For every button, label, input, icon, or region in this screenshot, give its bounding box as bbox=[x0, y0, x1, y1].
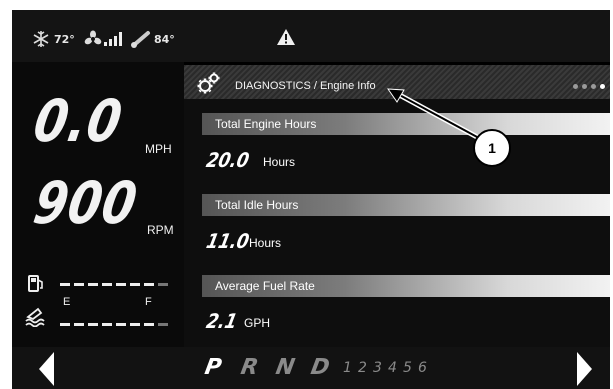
diagnostics-title: DIAGNOSTICS / Engine Info bbox=[235, 80, 376, 92]
signal-bars-icon bbox=[104, 32, 124, 46]
page-dot-4[interactable] bbox=[600, 84, 605, 89]
page-dot-2[interactable] bbox=[582, 84, 587, 89]
metric-fuel-rate-value: 2.1 bbox=[204, 309, 240, 333]
metric-engine-hours-value: 20.0 bbox=[204, 148, 252, 172]
metric-engine-hours-unit: Hours bbox=[263, 155, 296, 169]
temp-left: 72° bbox=[54, 32, 75, 46]
metric-idle-hours-label: Total Idle Hours bbox=[215, 198, 299, 212]
speed-unit: MPH bbox=[145, 142, 172, 156]
climate-status: 72° bbox=[32, 30, 75, 48]
page-dot-1[interactable] bbox=[573, 84, 578, 89]
gear-4: 4 bbox=[388, 360, 397, 376]
page-dot-3[interactable] bbox=[591, 84, 596, 89]
fuel-empty-label: E bbox=[63, 296, 71, 308]
fuel-level-bar bbox=[60, 283, 168, 286]
page-indicator[interactable] bbox=[573, 84, 605, 89]
rpm-value: 900 bbox=[28, 169, 143, 237]
gear-2: 2 bbox=[358, 360, 367, 376]
gear-5: 5 bbox=[403, 360, 412, 376]
previous-arrow-icon[interactable] bbox=[39, 352, 54, 386]
coolant-level-bar bbox=[60, 323, 168, 326]
metric-engine-hours-label: Total Engine Hours bbox=[215, 117, 317, 131]
gear-3: 3 bbox=[373, 360, 382, 376]
callout-marker: 1 bbox=[473, 129, 511, 167]
gear-6: 6 bbox=[418, 360, 427, 376]
gears-settings-icon bbox=[196, 70, 222, 101]
fan-icon bbox=[84, 30, 102, 48]
engine-coolant-icon bbox=[24, 305, 46, 332]
fuel-pump-icon bbox=[25, 273, 45, 298]
engine-temp-status: 84° bbox=[130, 30, 175, 48]
temp-right: 84° bbox=[154, 32, 175, 46]
speed-value: 0.0 bbox=[28, 87, 128, 155]
metric-fuel-rate-unit: GPH bbox=[244, 316, 271, 330]
metric-idle-hours-unit: Hours bbox=[249, 236, 282, 250]
gear-1: 1 bbox=[343, 360, 352, 376]
thermometer-icon bbox=[130, 30, 152, 48]
rpm-unit: RPM bbox=[147, 223, 174, 237]
warning-icon[interactable] bbox=[276, 28, 296, 51]
snowflake-icon bbox=[32, 30, 50, 48]
fan-signal-status bbox=[84, 30, 124, 48]
metric-fuel-rate-label: Average Fuel Rate bbox=[215, 279, 315, 293]
metric-idle-hours-value: 11.0 bbox=[204, 229, 252, 253]
fuel-full-label: F bbox=[145, 296, 152, 308]
next-arrow-icon[interactable] bbox=[577, 352, 592, 386]
